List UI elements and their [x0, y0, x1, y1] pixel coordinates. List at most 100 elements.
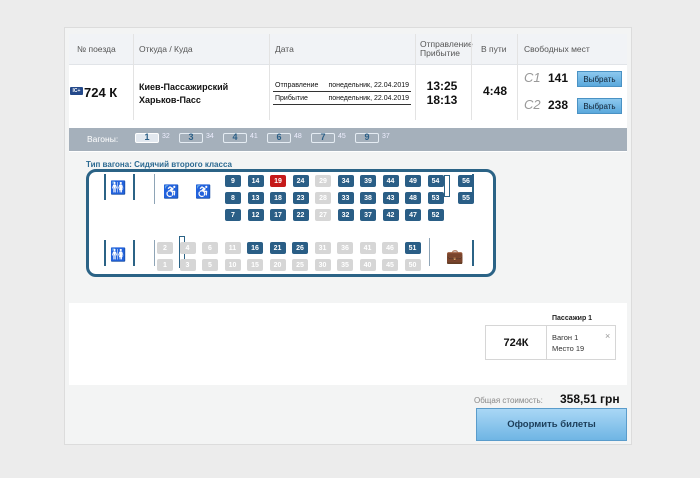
seat[interactable]: 37 — [360, 209, 376, 221]
select-c1-button[interactable]: Выбрать — [577, 71, 622, 87]
wheelchair-icon: ♿ — [195, 184, 212, 199]
wagon-type: Тип вагона: Сидячий второго класса — [86, 160, 232, 169]
select-c2-button[interactable]: Выбрать — [577, 98, 622, 114]
wagon-number: 4 — [232, 132, 238, 142]
passenger-card: 724К Вагон 1 Место 19 × — [485, 325, 616, 360]
wagon-free-count: 41 — [250, 133, 258, 140]
seat: 31 — [314, 242, 331, 254]
seat: 50 — [404, 259, 421, 271]
toilet-icon: 🚻 — [110, 180, 127, 195]
passenger-train: 724К — [486, 326, 547, 359]
route-from: Киев-Пассажирский — [139, 82, 229, 92]
seat[interactable]: 17 — [270, 209, 286, 221]
header-arr: Прибытие — [420, 48, 460, 58]
seat: 2 — [157, 242, 173, 254]
seat: 30 — [314, 259, 331, 271]
seat[interactable]: 51 — [404, 242, 421, 254]
arr-date: понедельник, 22.04.2019 — [328, 95, 409, 102]
wagon-free-count: 34 — [206, 133, 214, 140]
wagon-9[interactable]: 9 37 — [355, 132, 391, 146]
seat[interactable]: 49 — [405, 175, 421, 187]
wagon-1[interactable]: 1 32 — [135, 132, 171, 146]
wagon-3[interactable]: 3 34 — [179, 132, 215, 146]
header-route: Откуда / Куда — [139, 43, 193, 54]
dep-date: понедельник, 22.04.2019 — [328, 82, 409, 89]
seat[interactable]: 44 — [382, 175, 399, 187]
wagon-free-count: 48 — [294, 133, 302, 140]
seat[interactable]: 23 — [292, 192, 309, 204]
header-train: № поезда — [77, 43, 116, 54]
seat[interactable]: 43 — [382, 192, 399, 204]
order-tickets-button[interactable]: Оформить билеты — [476, 408, 627, 441]
seat: 6 — [202, 242, 218, 254]
seat[interactable]: 34 — [337, 175, 354, 187]
seat[interactable]: 14 — [247, 175, 264, 187]
seat[interactable]: 55 — [458, 192, 474, 204]
seat: 11 — [224, 242, 241, 254]
seat: 5 — [202, 259, 218, 271]
seat[interactable]: 52 — [427, 209, 444, 221]
departure-date-row: Отправление понедельник, 22.04.2019 — [273, 80, 411, 92]
wagon-number: 7 — [320, 132, 326, 142]
booking-panel: № поезда Откуда / Куда Дата Отправление … — [64, 27, 632, 445]
seat[interactable]: 48 — [405, 192, 421, 204]
total-value: 358,51 грн — [560, 392, 620, 406]
seat[interactable]: 21 — [269, 242, 286, 254]
seat[interactable]: 32 — [337, 209, 354, 221]
wagon-number: 1 — [144, 132, 150, 142]
wagons-label: Вагоны: — [87, 134, 119, 144]
seat[interactable]: 33 — [337, 192, 354, 204]
route-to: Харьков-Пасс — [139, 95, 201, 105]
table-header: № поезда Откуда / Куда Дата Отправление … — [69, 34, 627, 65]
seat[interactable]: 13 — [247, 192, 264, 204]
travel-time: 4:48 — [482, 84, 508, 98]
passenger-seat: Место 19 — [552, 344, 585, 353]
seat[interactable]: 39 — [360, 175, 376, 187]
seat[interactable]: 12 — [247, 209, 264, 221]
seat[interactable]: 8 — [225, 192, 241, 204]
seat[interactable]: 16 — [247, 242, 263, 254]
luggage-icon: 💼 — [446, 248, 464, 264]
seat[interactable]: 38 — [360, 192, 376, 204]
dep-label: Отправление — [275, 82, 319, 89]
total-label: Общая стоимость: — [474, 396, 543, 405]
train-number: 724 К — [84, 85, 118, 100]
seat[interactable]: 26 — [292, 242, 308, 254]
departure-time: 13:25 — [426, 79, 458, 93]
seat: 4 — [179, 242, 196, 254]
wagon-free-count: 45 — [338, 133, 346, 140]
seat: 10 — [224, 259, 241, 271]
seat: 29 — [315, 175, 331, 187]
seat[interactable]: 56 — [458, 175, 474, 187]
wagon-7[interactable]: 7 45 — [311, 132, 347, 146]
wagon-free-count: 32 — [162, 133, 170, 140]
seat: 35 — [337, 259, 353, 271]
seat: 15 — [247, 259, 263, 271]
class-c1-count: 141 — [548, 71, 569, 85]
seat[interactable]: 19 — [270, 175, 286, 187]
wagon-number: 9 — [364, 132, 370, 142]
close-icon[interactable]: × — [605, 331, 610, 341]
wagon-bar: Вагоны: 1 32 3 34 4 41 6 48 7 45 9 37 — [69, 128, 627, 151]
seat-scheme: 🚻 🚻 ♿ ♿ 💼 9 14 19 24 29 34 39 44 49 54 8 13 18 23 28 33… — [86, 169, 496, 277]
seat[interactable]: 18 — [270, 192, 286, 204]
wagon-4[interactable]: 4 41 — [223, 132, 259, 146]
seat[interactable]: 54 — [427, 175, 444, 187]
class-c1: С1 — [524, 70, 541, 85]
seat[interactable]: 24 — [292, 175, 309, 187]
wagon-free-count: 37 — [382, 133, 390, 140]
wheelchair-icon: ♿ — [163, 184, 180, 199]
seat[interactable]: 22 — [292, 209, 309, 221]
wagon-number: 6 — [276, 132, 282, 142]
seat: 45 — [382, 259, 398, 271]
seat[interactable]: 42 — [382, 209, 399, 221]
seat[interactable]: 47 — [405, 209, 421, 221]
header-free: Свободных мест — [524, 43, 590, 54]
seat[interactable]: 7 — [225, 209, 241, 221]
seat[interactable]: 9 — [225, 175, 241, 187]
seat[interactable]: 53 — [427, 192, 444, 204]
wagon-6[interactable]: 6 48 — [267, 132, 303, 146]
wagon-number: 3 — [188, 132, 194, 142]
passenger-title: Пассажир 1 — [552, 315, 593, 322]
ic-plus-badge: IC+ — [70, 87, 83, 95]
